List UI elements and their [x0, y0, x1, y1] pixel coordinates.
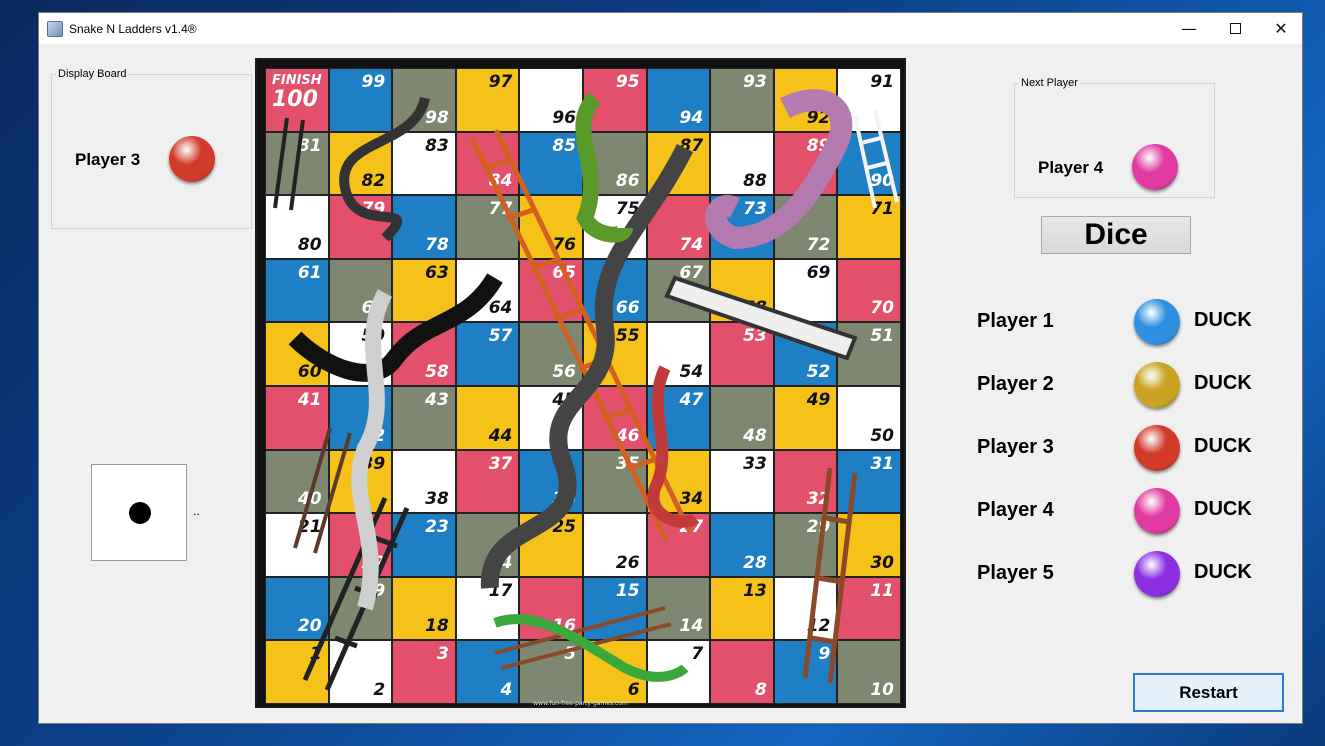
app-window: Snake N Ladders v1.4® — ✕ Display Board … — [38, 12, 1303, 724]
game-board: FINISH 100 99 98 97 96 95 94 93 92 91 81 82 83 84 85 86 8… — [255, 58, 906, 708]
player-2-label: Player 2 — [977, 373, 1054, 395]
window-title: Snake N Ladders v1.4® — [69, 21, 197, 36]
player-2-token — [1134, 362, 1180, 408]
die-pip — [129, 502, 151, 524]
player-5-status: DUCK — [1194, 561, 1252, 583]
app-icon — [47, 20, 63, 37]
player-4-status: DUCK — [1194, 498, 1252, 520]
next-player-token — [1132, 144, 1178, 190]
snake-icon — [339, 96, 430, 242]
snake-icon — [705, 89, 853, 250]
board-credit: www.fun-free-party-games.com — [533, 700, 628, 707]
snakes-and-ladders-overlay — [273, 89, 899, 692]
player-4-label: Player 4 — [977, 499, 1054, 521]
next-player-legend: Next Player — [1019, 77, 1080, 89]
minimize-button[interactable]: — — [1166, 13, 1212, 44]
player-1-label: Player 1 — [977, 310, 1054, 332]
maximize-icon — [1229, 23, 1241, 34]
restart-button[interactable]: Restart — [1133, 673, 1284, 712]
player-1-status: DUCK — [1194, 309, 1252, 331]
current-player-token — [169, 136, 215, 182]
snake-icon — [575, 92, 633, 243]
player-3-label: Player 3 — [977, 436, 1054, 458]
player-2-status: DUCK — [1194, 372, 1252, 394]
next-player-label: Player 4 — [1038, 158, 1104, 177]
player-3-token — [1134, 425, 1180, 471]
title-bar[interactable]: Snake N Ladders v1.4® — ✕ — [39, 13, 1302, 44]
ladder-icon — [293, 427, 352, 554]
next-player-panel: Next Player Player 4 — [1014, 77, 1215, 198]
player-4-token — [1134, 488, 1180, 534]
ladder-icon — [802, 467, 858, 684]
display-board-legend: Display Board — [56, 68, 129, 80]
player-5-token — [1134, 551, 1180, 597]
display-board-panel: Display Board Player 3 — [51, 68, 252, 229]
ladder-icon — [664, 275, 858, 361]
current-player-label: Player 3 — [75, 150, 141, 169]
maximize-button[interactable] — [1212, 13, 1258, 44]
player-5-label: Player 5 — [977, 562, 1054, 584]
close-icon: ✕ — [1274, 19, 1288, 38]
ladder-icon — [273, 117, 305, 211]
ladder-icon — [302, 496, 410, 692]
player-1-token — [1134, 299, 1180, 345]
player-3-status: DUCK — [1194, 435, 1252, 457]
die-status: .. — [193, 504, 200, 518]
die-face — [91, 464, 187, 561]
minimize-icon: — — [1181, 19, 1197, 38]
ladder-icon — [853, 109, 899, 209]
close-button[interactable]: ✕ — [1258, 13, 1304, 44]
snake-icon — [288, 273, 503, 382]
dice-button[interactable]: Dice — [1041, 216, 1191, 254]
